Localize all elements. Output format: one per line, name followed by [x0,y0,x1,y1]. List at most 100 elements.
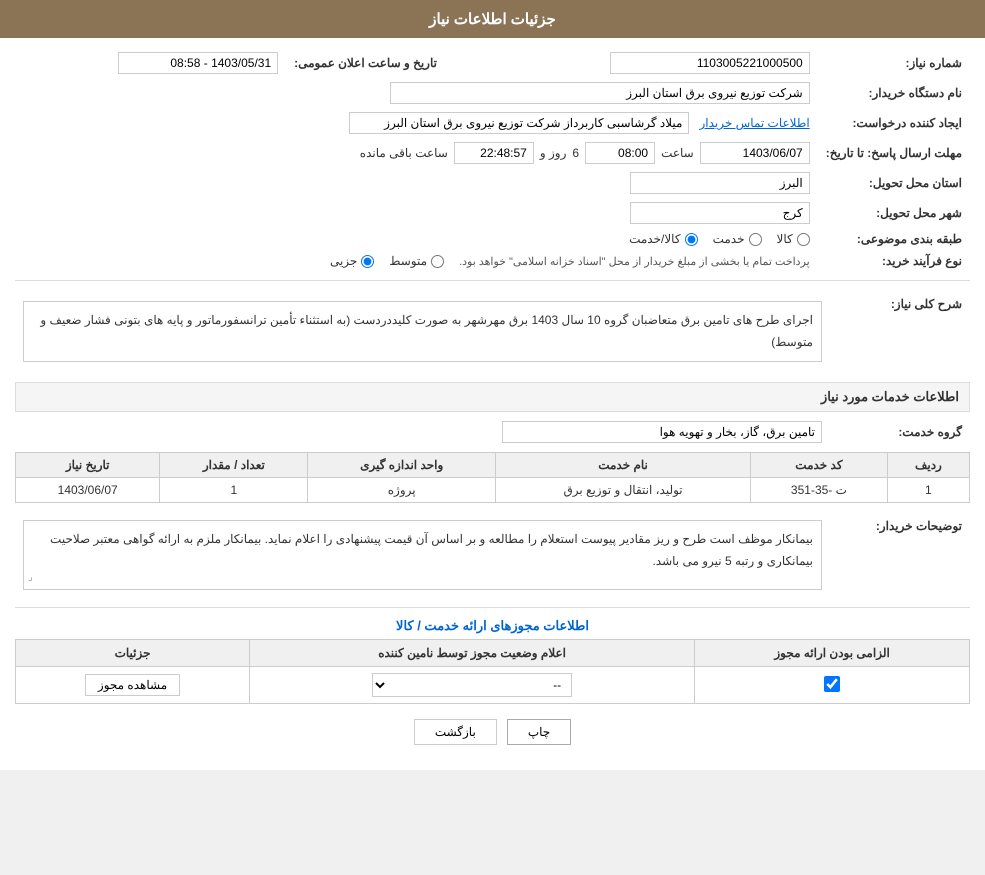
need-number-value [485,48,818,78]
category-khadamat-radio[interactable] [749,233,762,246]
announcement-value [15,48,286,78]
category-radio-group: کالا خدمت کالا/خدمت [23,232,810,246]
table-row: 1 ت -35-351 تولید، انتقال و توزیع برق پر… [16,478,970,503]
buyer-org-label: نام دستگاه خریدار: [818,78,970,108]
services-table-header-row: ردیف کد خدمت نام خدمت واحد اندازه گیری ت… [16,453,970,478]
city-value [15,198,818,228]
resize-handle: ⌟ [28,569,33,587]
service-group-label: گروه خدمت: [830,417,970,447]
deadline-date-row: ساعت 6 روز و ساعت باقی مانده [23,142,810,164]
buyer-notes-row: توضیحات خریدار: بیمانکار موظف است طرح و … [15,511,970,599]
permit-col-required: الزامی بودن ارائه مجوز [695,640,970,667]
page-title: جزئیات اطلاعات نیاز [429,11,556,28]
need-number-label: شماره نیاز: [818,48,970,78]
permit-details-cell: مشاهده مجوز [16,667,250,704]
purchase-type-label: نوع فرآیند خرید: [818,250,970,272]
remaining-days-label: روز و [540,146,567,160]
buyer-org-input[interactable] [390,82,810,104]
category-kala-text: کالا [777,232,793,246]
category-khadamat-label[interactable]: خدمت [713,232,762,246]
buyer-notes-table: توضیحات خریدار: بیمانکار موظف است طرح و … [15,511,970,599]
service-section-header: اطلاعات خدمات مورد نیاز [15,382,970,412]
service-group-value [15,417,830,447]
page-header: جزئیات اطلاعات نیاز [0,0,985,38]
back-button[interactable]: بازگشت [414,719,497,745]
need-description-label: شرح کلی نیاز: [830,289,970,374]
remaining-days-value: 6 [572,146,579,160]
purchase-type-value: پرداخت تمام یا بخشی از مبلغ خریدار از مح… [15,250,818,272]
purchase-note-text: پرداخت تمام یا بخشی از مبلغ خریدار از مح… [459,255,810,268]
view-permit-button[interactable]: مشاهده مجوز [85,674,180,696]
category-kala-label[interactable]: کالا [777,232,810,246]
category-kala-radio[interactable] [797,233,810,246]
print-button[interactable]: چاپ [507,719,571,745]
need-description-row: شرح کلی نیاز: اجرای طرح های تامین برق مت… [15,289,970,374]
remaining-time-label: ساعت باقی مانده [360,146,448,160]
services-table: ردیف کد خدمت نام خدمت واحد اندازه گیری ت… [15,452,970,503]
cell-name: تولید، انتقال و توزیع برق [496,478,751,503]
category-label: طبقه بندی موضوعی: [818,228,970,250]
requester-link[interactable]: اطلاعات تماس خریدار [700,116,810,130]
requester-row: ایجاد کننده درخواست: اطلاعات تماس خریدار [15,108,970,138]
requester-input[interactable] [349,112,689,134]
need-description-content: اجرای طرح های تامین برق متعاضبان گروه 10… [40,313,813,349]
category-both-radio[interactable] [685,233,698,246]
deadline-time-input[interactable] [585,142,655,164]
purchase-radio-group: پرداخت تمام یا بخشی از مبلغ خریدار از مح… [23,254,810,268]
cell-unit: پروژه [308,478,496,503]
time-label: ساعت [661,146,694,160]
permit-col-details: جزئیات [16,640,250,667]
cell-date: 1403/06/07 [16,478,160,503]
remaining-time-input[interactable] [454,142,534,164]
permit-required-cell [695,667,970,704]
purchase-partial-label[interactable]: جزیی [330,254,374,268]
col-name: نام خدمت [496,453,751,478]
buyer-org-row: نام دستگاه خریدار: [15,78,970,108]
service-group-input[interactable] [502,421,822,443]
deadline-date-input[interactable] [700,142,810,164]
category-both-text: کالا/خدمت [629,232,680,246]
province-value [15,168,818,198]
need-description-box: اجرای طرح های تامین برق متعاضبان گروه 10… [23,301,822,362]
category-row: طبقه بندی موضوعی: کالا خدمت کالا/خدمت [15,228,970,250]
requester-label: ایجاد کننده درخواست: [818,108,970,138]
category-both-label[interactable]: کالا/خدمت [629,232,697,246]
city-label: شهر محل تحویل: [818,198,970,228]
announcement-input[interactable] [118,52,278,74]
buyer-notes-value: بیمانکار موظف است طرح و ریز مقادیر پیوست… [15,511,830,599]
col-row: ردیف [887,453,969,478]
permit-status-cell: -- [250,667,695,704]
purchase-medium-label[interactable]: متوسط [389,254,444,268]
purchase-partial-text: جزیی [330,254,357,268]
col-qty: تعداد / مقدار [160,453,308,478]
permit-table-body: -- مشاهده مجوز [16,667,970,704]
col-date: تاریخ نیاز [16,453,160,478]
province-input[interactable] [630,172,810,194]
cell-qty: 1 [160,478,308,503]
purchase-medium-text: متوسط [389,254,427,268]
purchase-partial-radio[interactable] [361,255,374,268]
permit-table: الزامی بودن ارائه مجوز اعلام وضعیت مجوز … [15,639,970,704]
deadline-row: مهلت ارسال پاسخ: تا تاریخ: ساعت 6 روز و … [15,138,970,168]
permit-required-checkbox[interactable] [824,676,840,692]
province-label: استان محل تحویل: [818,168,970,198]
buyer-notes-box: بیمانکار موظف است طرح و ریز مقادیر پیوست… [23,520,822,590]
buyer-org-value [15,78,818,108]
deadline-label: مهلت ارسال پاسخ: تا تاریخ: [818,138,970,168]
col-unit: واحد اندازه گیری [308,453,496,478]
need-number-input[interactable] [610,52,810,74]
permit-section-title: اطلاعات مجوزهای ارائه خدمت / کالا [15,618,970,634]
permit-table-head: الزامی بودن ارائه مجوز اعلام وضعیت مجوز … [16,640,970,667]
permit-table-row: -- مشاهده مجوز [16,667,970,704]
permit-status-select[interactable]: -- [372,673,572,697]
services-table-head: ردیف کد خدمت نام خدمت واحد اندازه گیری ت… [16,453,970,478]
purchase-medium-radio[interactable] [431,255,444,268]
cell-row: 1 [887,478,969,503]
buyer-notes-content: بیمانکار موظف است طرح و ریز مقادیر پیوست… [50,532,813,568]
need-description-table: شرح کلی نیاز: اجرای طرح های تامین برق مت… [15,289,970,374]
deadline-value: ساعت 6 روز و ساعت باقی مانده [15,138,818,168]
need-number-row: شماره نیاز: تاریخ و ساعت اعلان عمومی: [15,48,970,78]
buyer-notes-label: توضیحات خریدار: [830,511,970,599]
col-code: کد خدمت [751,453,888,478]
city-input[interactable] [630,202,810,224]
